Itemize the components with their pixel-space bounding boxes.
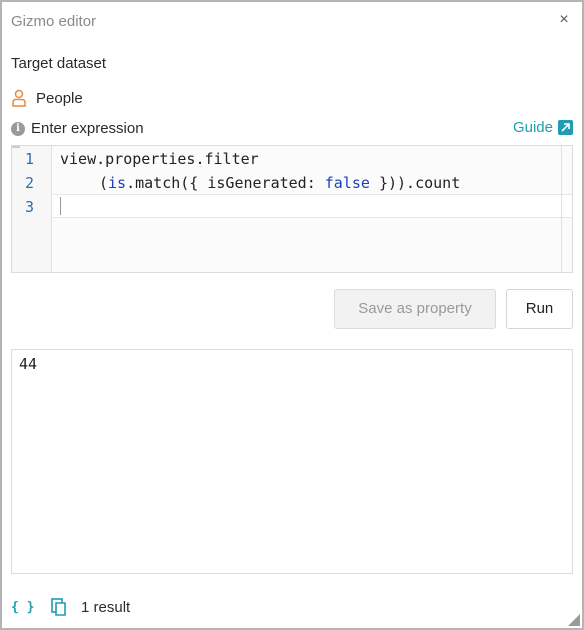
line-number: 3 xyxy=(24,198,34,216)
save-as-property-button[interactable]: Save as property xyxy=(334,289,496,329)
code-editor[interactable]: 1 2 3 view.properties.filter (is.match({… xyxy=(11,145,573,273)
code-line-2: (is.match({ isGenerated: false })).count xyxy=(99,174,460,192)
footer-bar: { } 1 result xyxy=(11,596,130,618)
resize-handle-icon[interactable] xyxy=(568,614,580,626)
gutter-fold-marker xyxy=(12,146,20,148)
copy-icon[interactable] xyxy=(50,597,68,617)
active-line-highlight xyxy=(53,194,572,218)
person-icon xyxy=(12,89,26,107)
line-number-gutter: 1 2 3 xyxy=(12,146,52,272)
code-keyword: false xyxy=(324,174,370,192)
expression-header: i Enter expression Guide xyxy=(11,119,573,139)
editor-scrollbar[interactable] xyxy=(561,146,562,272)
target-dataset-label: Target dataset xyxy=(11,55,107,72)
window-title: Gizmo editor xyxy=(11,13,97,30)
expression-label: Enter expression xyxy=(31,120,144,137)
line-number: 2 xyxy=(24,174,34,192)
code-line-2-text: (is.match({ isGenerated: false })).count xyxy=(99,174,461,192)
dataset-selector[interactable]: People xyxy=(11,88,83,108)
braces-icon[interactable]: { } xyxy=(11,600,35,615)
result-count: 1 result xyxy=(81,598,131,616)
text-cursor xyxy=(60,197,61,215)
close-icon[interactable]: × xyxy=(556,12,572,28)
info-icon: i xyxy=(11,122,25,136)
gizmo-editor-window: Gizmo editor × Target dataset People i E… xyxy=(0,0,584,630)
code-identifier: is xyxy=(108,174,127,192)
guide-link[interactable]: Guide xyxy=(513,119,573,136)
external-link-icon xyxy=(558,120,573,135)
result-value: 44 xyxy=(19,355,38,373)
result-panel: 44 xyxy=(11,349,573,574)
dataset-name: People xyxy=(36,89,83,107)
code-line-1: view.properties.filter xyxy=(60,150,259,168)
title-bar: Gizmo editor × xyxy=(2,2,582,42)
run-button[interactable]: Run xyxy=(506,289,573,329)
guide-label: Guide xyxy=(512,119,553,136)
line-number: 1 xyxy=(24,150,34,168)
